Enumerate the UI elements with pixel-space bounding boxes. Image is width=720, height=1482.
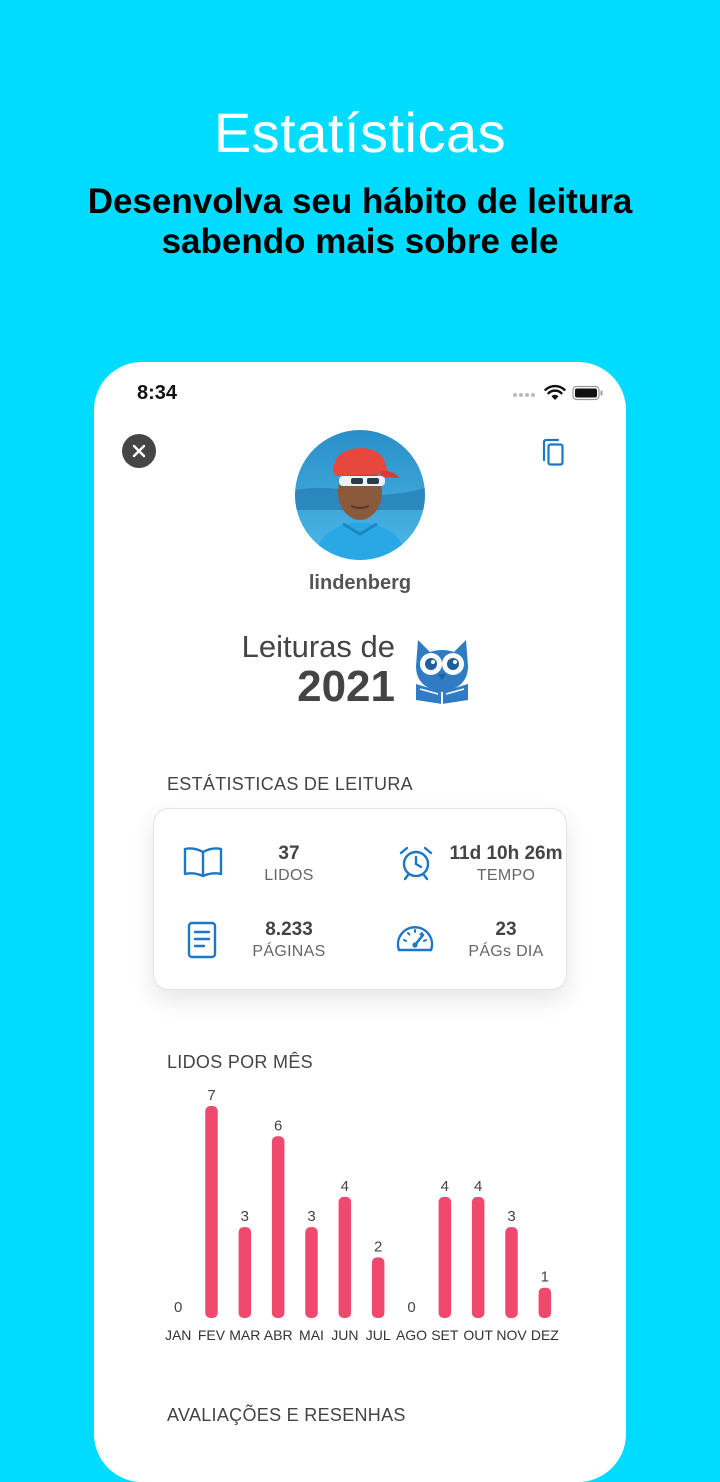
year-caption: Leituras de — [241, 629, 395, 664]
monthly-bar-chart: 0 JAN 7 FEV 3 MAR 6 ABR 3 MAI 4 JUN 2 JUL 0 AGO 4 SET 4 OUT… — [165, 1087, 559, 1343]
status-time: 8:34 — [137, 382, 178, 404]
copy-icon — [542, 438, 564, 466]
avatar — [295, 430, 425, 560]
stat-value: 8.233 — [265, 919, 313, 940]
bar-set — [438, 1196, 452, 1318]
owl-logo-icon — [412, 636, 472, 709]
year-value: 2021 — [297, 662, 395, 711]
year-heading: Leituras de 2021 — [235, 630, 395, 710]
month-label-nov: NOV — [496, 1327, 527, 1343]
bar-mar — [238, 1227, 252, 1318]
stat-value: 11d 10h 26m — [449, 843, 563, 864]
bar-jun — [338, 1196, 352, 1318]
month-label-jul: JUL — [366, 1327, 391, 1343]
stat-time: 11d 10h 26m TEMPO — [360, 833, 566, 913]
month-label-fev: FEV — [198, 1327, 226, 1343]
stat-pages-per-day: 23 PÁGs DIA — [360, 909, 566, 989]
value-label-fev: 7 — [207, 1087, 215, 1104]
bar-fev — [205, 1106, 218, 1318]
username: lindenberg — [308, 572, 412, 594]
stat-read: 37 LIDOS — [154, 833, 360, 913]
month-label-mai: MAI — [299, 1327, 324, 1343]
month-label-mar: MAR — [229, 1327, 260, 1343]
value-label-jul: 2 — [374, 1238, 382, 1255]
document-icon — [186, 921, 218, 964]
month-label-dez: DEZ — [531, 1327, 559, 1343]
monthly-heading: LIDOS POR MÊS — [167, 1052, 313, 1072]
month-label-set: SET — [431, 1327, 459, 1343]
value-label-out: 4 — [474, 1178, 482, 1195]
value-label-ago: 0 — [407, 1299, 415, 1316]
bar-mai — [305, 1227, 318, 1318]
month-label-ago: AGO — [396, 1327, 427, 1343]
stat-label: PÁGINAS — [252, 943, 326, 960]
stat-value: 23 — [495, 919, 517, 940]
stat-label: LIDOS — [264, 867, 314, 884]
value-label-abr: 6 — [274, 1117, 282, 1134]
stat-value: 37 — [278, 843, 300, 864]
stat-label: PÁGs DIA — [468, 943, 544, 960]
open-book-icon — [182, 845, 224, 884]
value-label-mar: 3 — [241, 1208, 249, 1225]
month-label-jan: JAN — [165, 1327, 191, 1343]
battery-icon — [572, 385, 604, 406]
close-button[interactable] — [122, 434, 156, 468]
bar-abr — [271, 1136, 285, 1318]
stat-pages: 8.233 PÁGINAS — [154, 909, 360, 989]
close-icon — [132, 444, 146, 458]
value-label-set: 4 — [441, 1178, 449, 1195]
stats-heading: ESTÁTISTICAS DE LEITURA — [167, 774, 413, 794]
phone-screen: 8:34 lindenberg Leituras de 2021 ESTÁTIS… — [94, 362, 626, 1482]
status-bar: 8:34 — [94, 362, 626, 422]
bar-dez — [538, 1287, 552, 1318]
value-label-jan: 0 — [174, 1299, 182, 1316]
stat-label: TEMPO — [476, 867, 536, 884]
alarm-clock-icon — [398, 845, 434, 886]
speedometer-icon — [394, 921, 436, 962]
wifi-icon — [544, 384, 566, 406]
month-label-out: OUT — [463, 1327, 493, 1343]
bar-jul — [371, 1257, 385, 1318]
reviews-heading: AVALIAÇÕES E RESENHAS — [167, 1405, 406, 1425]
month-label-jun: JUN — [331, 1327, 358, 1343]
promo-subtitle: Desenvolva seu hábito de leitura sabendo… — [87, 182, 633, 261]
value-label-nov: 3 — [507, 1208, 515, 1225]
value-label-dez: 1 — [541, 1269, 549, 1286]
bar-out — [471, 1196, 485, 1318]
copy-button[interactable] — [540, 438, 566, 473]
stats-card: 37 LIDOS 11d 10h 26m TEMPO 8.233 PÁGINAS… — [153, 808, 567, 990]
signal-icon — [512, 386, 538, 404]
value-label-mai: 3 — [307, 1208, 315, 1225]
value-label-jun: 4 — [341, 1178, 349, 1195]
promo-title: Estatísticas — [213, 101, 507, 164]
bar-nov — [505, 1227, 518, 1318]
month-label-abr: ABR — [264, 1327, 293, 1343]
